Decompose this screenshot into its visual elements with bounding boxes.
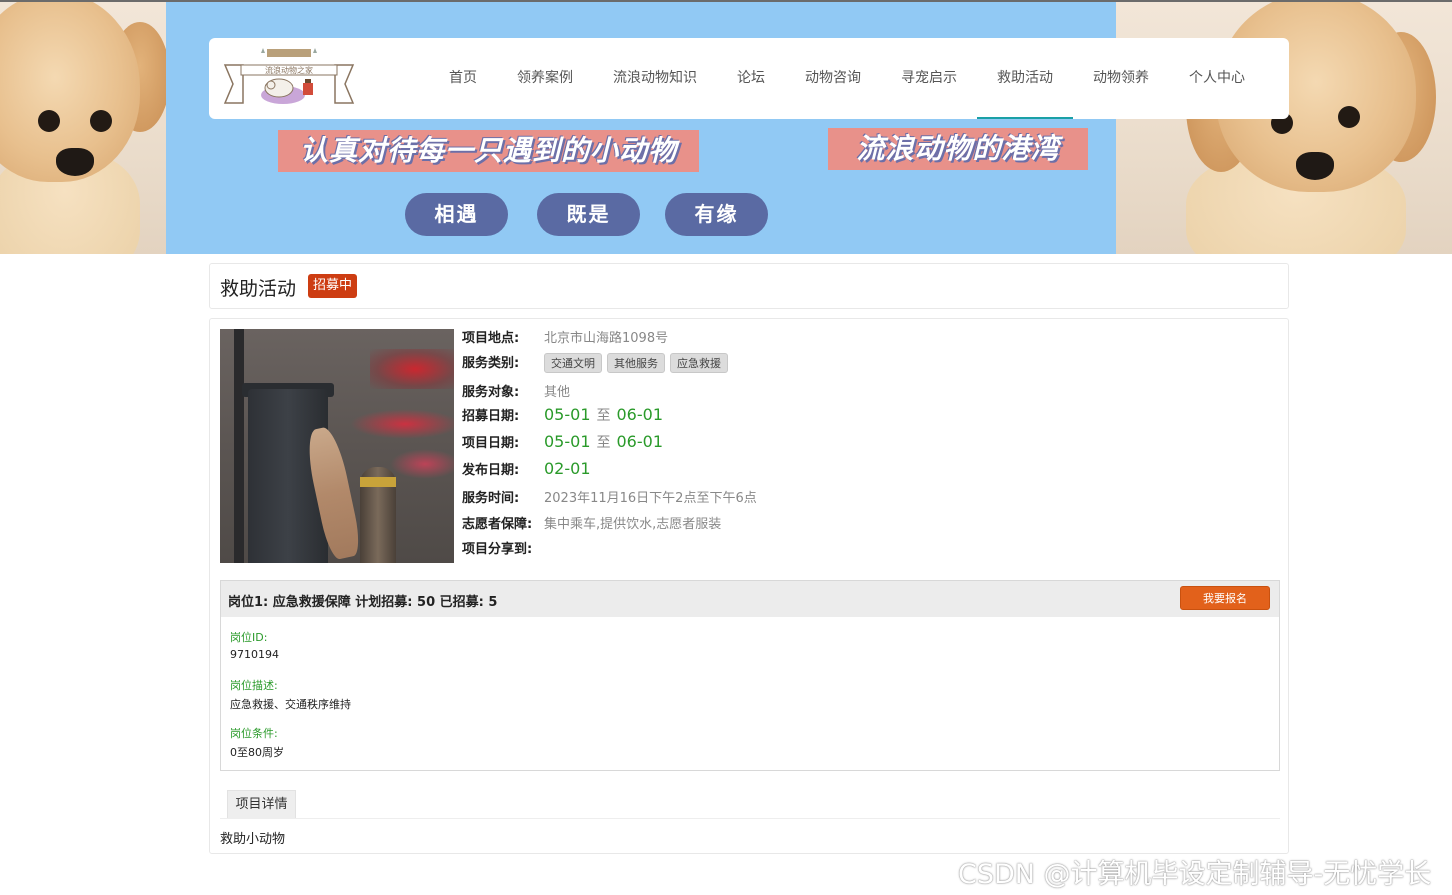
nav-forum[interactable]: 论坛 bbox=[717, 38, 785, 119]
row-publish-date: 发布日期: 02-01 bbox=[462, 459, 591, 478]
nav-home[interactable]: 首页 bbox=[429, 38, 497, 119]
publish-date: 02-01 bbox=[544, 459, 591, 478]
project-card: 项目地点: 北京市山海路1098号 服务类别: 交通文明 其他服务 应急救援 服务对象:… bbox=[209, 318, 1289, 854]
position-id-value: 9710194 bbox=[230, 648, 279, 661]
row-share: 项目分享到: bbox=[462, 538, 544, 557]
slogan-left: 认真对待每一只遇到的小动物 bbox=[278, 130, 699, 172]
position-desc-label: 岗位描述: bbox=[230, 679, 278, 692]
project-date-label: 项目日期: bbox=[462, 436, 520, 451]
dog-photo-left bbox=[0, 2, 166, 254]
row-guarantee: 志愿者保障: 集中乘车,提供饮水,志愿者服装 bbox=[462, 513, 721, 532]
row-project-date: 项目日期: 05-01 至 06-01 bbox=[462, 432, 663, 452]
location-value: 北京市山海路1098号 bbox=[544, 331, 669, 346]
main-nav: 首页 领养案例 流浪动物知识 论坛 动物咨询 寻宠启示 救助活动 动物领养 个人… bbox=[429, 38, 1265, 119]
recruit-start: 05-01 bbox=[544, 405, 591, 424]
nav-rescue-activity[interactable]: 救助活动 bbox=[977, 38, 1073, 119]
position-desc-value: 应急救援、交通秩序维持 bbox=[230, 698, 351, 711]
row-location: 项目地点: 北京市山海路1098号 bbox=[462, 327, 668, 346]
nav-animal-adoption[interactable]: 动物领养 bbox=[1073, 38, 1169, 119]
position-box: 岗位1: 应急救援保障 计划招募: 50 已招募: 5 我要报名 岗位ID: 9… bbox=[220, 580, 1280, 771]
guarantee-value: 集中乘车,提供饮水,志愿者服装 bbox=[544, 517, 722, 532]
pill-youyuan: 有缘 bbox=[665, 193, 768, 236]
position-header: 岗位1: 应急救援保障 计划招募: 50 已招募: 5 我要报名 bbox=[221, 581, 1279, 617]
nav-animal-consult[interactable]: 动物咨询 bbox=[785, 38, 881, 119]
tab-divider bbox=[220, 818, 1280, 819]
to-text: 至 bbox=[596, 408, 611, 424]
service-time-label: 服务时间: bbox=[462, 491, 520, 506]
nav-adoption-cases[interactable]: 领养案例 bbox=[497, 38, 593, 119]
pill-jishi: 既是 bbox=[537, 193, 640, 236]
pill-xiangyu: 相遇 bbox=[405, 193, 508, 236]
project-detail-content: 救助小动物 bbox=[220, 832, 286, 847]
csdn-watermark: CSDN @计算机毕设定制辅导-无忧学长 bbox=[958, 859, 1432, 890]
publish-date-label: 发布日期: bbox=[462, 463, 520, 478]
signup-button[interactable]: 我要报名 bbox=[1180, 586, 1270, 610]
row-category: 服务类别: 交通文明 其他服务 应急救援 bbox=[462, 352, 733, 373]
nav-lost-pet[interactable]: 寻宠启示 bbox=[881, 38, 977, 119]
position-summary: 岗位1: 应急救援保障 计划招募: 50 已招募: 5 bbox=[228, 595, 498, 610]
service-time-value: 2023年11月16日下午2点至下午6点 bbox=[544, 491, 757, 506]
location-label: 项目地点: bbox=[462, 331, 520, 346]
row-service-time: 服务时间: 2023年11月16日下午2点至下午6点 bbox=[462, 487, 757, 506]
site-logo[interactable]: 流浪动物之家 bbox=[223, 43, 355, 109]
position-cond-label: 岗位条件: bbox=[230, 727, 278, 740]
navbar: 流浪动物之家 首页 领养案例 流浪动物知识 论坛 动物咨询 寻宠启示 救助活动 … bbox=[209, 38, 1289, 119]
project-photo bbox=[220, 329, 454, 563]
project-start: 05-01 bbox=[544, 432, 591, 451]
page-title-box: 救助活动 招募中 bbox=[209, 263, 1289, 309]
row-recruit-date: 招募日期: 05-01 至 06-01 bbox=[462, 405, 663, 425]
status-badge: 招募中 bbox=[308, 274, 358, 298]
category-tag: 应急救援 bbox=[670, 353, 728, 373]
target-value: 其他 bbox=[544, 385, 571, 400]
share-label: 项目分享到: bbox=[462, 542, 533, 557]
page-title: 救助活动 bbox=[220, 278, 297, 300]
nav-personal-center[interactable]: 个人中心 bbox=[1169, 38, 1265, 119]
project-end: 06-01 bbox=[616, 432, 664, 451]
tab-project-detail[interactable]: 项目详情 bbox=[227, 790, 296, 818]
category-label: 服务类别: bbox=[462, 356, 520, 371]
slogan-right: 流浪动物的港湾 bbox=[828, 128, 1088, 170]
target-label: 服务对象: bbox=[462, 385, 520, 400]
position-id-label: 岗位ID: bbox=[230, 631, 268, 644]
to-text: 至 bbox=[596, 435, 611, 451]
logo-text: 流浪动物之家 bbox=[265, 65, 313, 75]
category-tag: 交通文明 bbox=[544, 353, 602, 373]
guarantee-label: 志愿者保障: bbox=[462, 517, 533, 532]
recruit-date-label: 招募日期: bbox=[462, 409, 520, 424]
nav-stray-knowledge[interactable]: 流浪动物知识 bbox=[593, 38, 717, 119]
recruit-end: 06-01 bbox=[616, 405, 664, 424]
position-cond-value: 0至80周岁 bbox=[230, 746, 284, 759]
category-tag: 其他服务 bbox=[607, 353, 665, 373]
row-target: 服务对象: 其他 bbox=[462, 381, 570, 400]
